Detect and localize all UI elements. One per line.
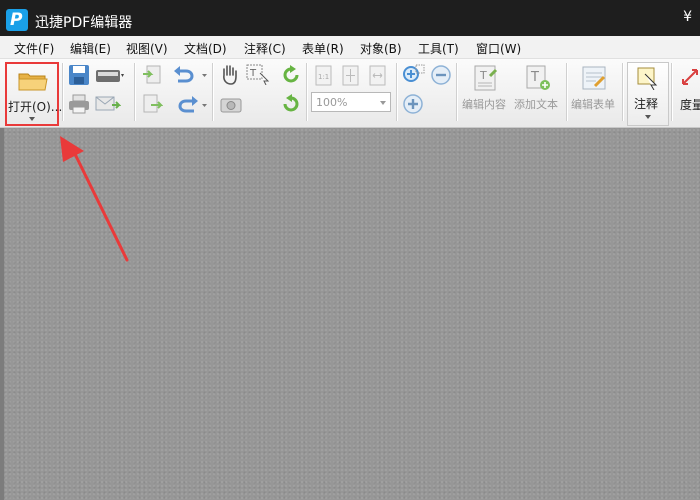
red-arrow-annotation — [60, 136, 129, 262]
app-window: P 迅捷PDF编辑器 ¥ 文件(F) 编辑(E) 视图(V) 文档(D) 注释(… — [0, 0, 700, 500]
